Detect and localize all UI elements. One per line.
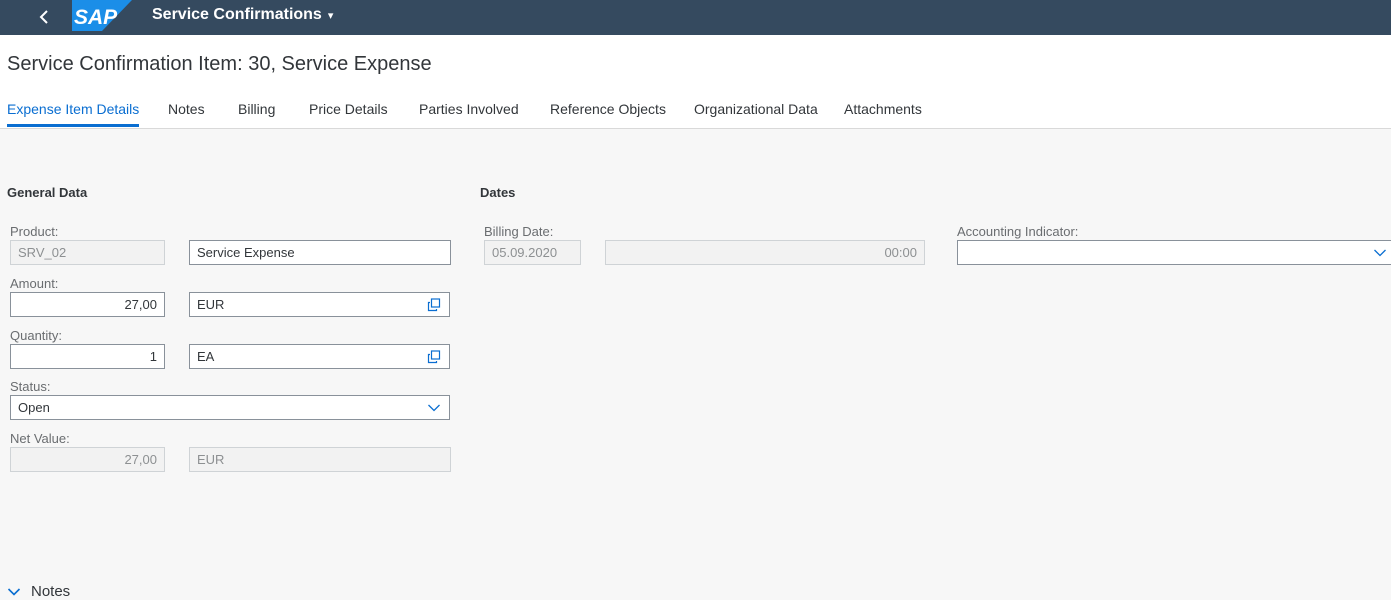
chevron-down-icon xyxy=(7,587,21,596)
net-value-currency-field: EUR xyxy=(189,447,451,472)
chevron-down-icon[interactable] xyxy=(425,396,443,419)
tab-parties-involved[interactable]: Parties Involved xyxy=(419,101,519,127)
quantity-label: Quantity: xyxy=(10,328,63,343)
sap-logo[interactable]: SAP xyxy=(72,0,132,31)
status-value: Open xyxy=(18,400,50,415)
product-id-field: SRV_02 xyxy=(10,240,165,265)
tab-label: Reference Objects xyxy=(550,101,666,117)
accounting-indicator-select[interactable] xyxy=(957,240,1391,265)
value-help-icon[interactable] xyxy=(425,293,443,316)
tab-label: Parties Involved xyxy=(419,101,519,117)
billing-date-label: Billing Date: xyxy=(484,224,554,239)
chevron-left-icon xyxy=(39,10,48,24)
net-value-field: 27,00 xyxy=(10,447,165,472)
tab-label: Organizational Data xyxy=(694,101,818,117)
tab-label: Price Details xyxy=(309,101,388,117)
chevron-down-icon[interactable] xyxy=(1371,241,1389,264)
net-value-label: Net Value: xyxy=(10,431,70,446)
billing-time-field: 00:00 xyxy=(605,240,925,265)
quantity-input[interactable]: 1 xyxy=(10,344,165,369)
tab-organizational-data[interactable]: Organizational Data xyxy=(694,101,818,127)
quantity-unit-field[interactable]: EA xyxy=(189,344,450,369)
notes-section-toggle[interactable]: Notes xyxy=(7,583,70,600)
back-button[interactable] xyxy=(30,4,58,30)
shell-bar: SAP Service Confirmations ▾ xyxy=(0,0,1391,35)
status-select[interactable]: Open xyxy=(10,395,450,420)
billing-date-field: 05.09.2020 xyxy=(484,240,581,265)
active-tab-indicator xyxy=(7,124,140,127)
tab-bar: Expense Item Details Notes Billing Price… xyxy=(0,101,1391,128)
accounting-indicator-label: Accounting Indicator: xyxy=(957,224,1079,239)
amount-input[interactable]: 27,00 xyxy=(10,292,165,317)
object-header: Service Confirmation Item: 30, Service E… xyxy=(0,35,1391,129)
general-data-title: General Data xyxy=(7,185,88,200)
app-title: Service Confirmations xyxy=(152,6,322,23)
value-help-icon[interactable] xyxy=(425,345,443,368)
tab-price-details[interactable]: Price Details xyxy=(309,101,388,127)
amount-currency-field[interactable]: EUR xyxy=(189,292,450,317)
tab-label: Expense Item Details xyxy=(7,101,140,117)
tab-expense-item-details[interactable]: Expense Item Details xyxy=(7,101,140,127)
tab-label: Attachments xyxy=(844,101,922,117)
notes-section-title: Notes xyxy=(31,583,71,600)
quantity-unit-value: EA xyxy=(197,349,215,364)
svg-text:SAP: SAP xyxy=(74,6,118,29)
tab-reference-objects[interactable]: Reference Objects xyxy=(550,101,666,127)
tab-notes[interactable]: Notes xyxy=(168,101,205,127)
product-label: Product: xyxy=(10,224,59,239)
page-title: Service Confirmation Item: 30, Service E… xyxy=(7,53,432,75)
amount-currency-value: EUR xyxy=(197,297,225,312)
product-description-field[interactable]: Service Expense xyxy=(189,240,451,265)
status-label: Status: xyxy=(10,379,51,394)
tab-billing[interactable]: Billing xyxy=(238,101,275,127)
amount-label: Amount: xyxy=(10,276,59,291)
tab-attachments[interactable]: Attachments xyxy=(844,101,922,127)
tab-label: Notes xyxy=(168,101,205,117)
caret-down-icon: ▾ xyxy=(327,9,334,22)
app-title-menu[interactable]: Service Confirmations ▾ xyxy=(152,6,333,24)
tab-label: Billing xyxy=(238,101,276,117)
dates-title: Dates xyxy=(480,185,516,200)
